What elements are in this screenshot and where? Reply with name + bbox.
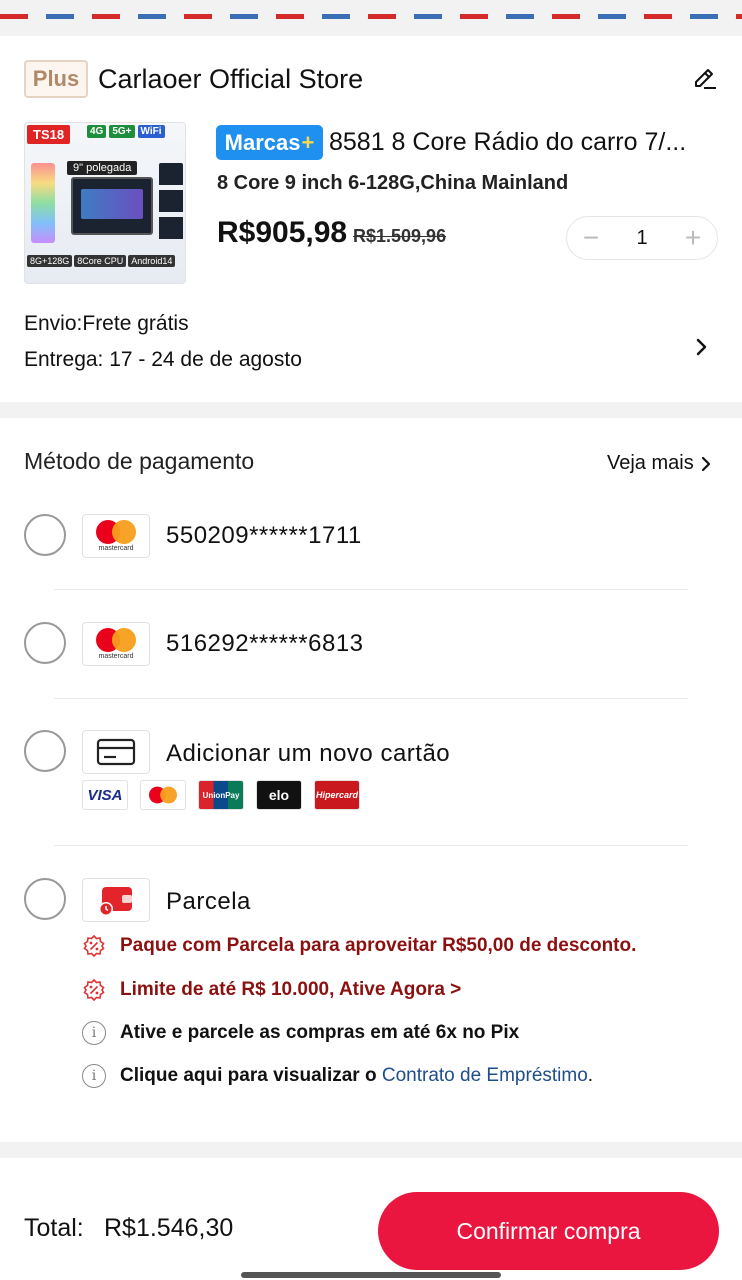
wallet-icon bbox=[82, 878, 150, 922]
checkout-page: Plus Carlaoer Official Store TS18 4G 5G+… bbox=[0, 0, 742, 1280]
parcela-limit-text: Limite de até R$ 10.000, Ative Agora > bbox=[120, 979, 462, 1000]
total-label: Total: bbox=[24, 1214, 84, 1242]
mastercard-icon: mastercard bbox=[82, 514, 150, 558]
percent-badge-icon bbox=[83, 934, 105, 958]
contract-suffix: . bbox=[587, 1065, 594, 1086]
payment-title: Método de pagamento bbox=[24, 448, 255, 474]
product-image-spec: Android14 bbox=[128, 255, 176, 267]
hipercard-icon: Hipercard bbox=[314, 780, 360, 810]
brand-tag-label: Marcas bbox=[224, 129, 301, 155]
product-image-screen-label: 9" polegada bbox=[67, 161, 138, 175]
accepted-brands: VISA UnionPay elo Hipercard bbox=[82, 780, 360, 810]
product-image-chip: 4G bbox=[87, 125, 107, 138]
product-image-spec: 8G+128G bbox=[27, 255, 73, 267]
credit-card-icon bbox=[82, 730, 150, 774]
checkout-footer: Total: R$1.546,30 Confirmar compra bbox=[0, 1158, 742, 1280]
contract-line: i Clique aqui para visualizar o Contrato… bbox=[82, 1064, 593, 1088]
increase-button[interactable]: + bbox=[681, 224, 705, 252]
airmail-stripe bbox=[0, 14, 742, 19]
product-image-leds bbox=[31, 163, 55, 243]
contract-text: Clique aqui para visualizar o Contrato d… bbox=[120, 1065, 593, 1087]
chevron-right-icon bbox=[701, 456, 710, 471]
product-image-screen bbox=[71, 177, 153, 235]
mastercard-icon: mastercard bbox=[82, 622, 150, 666]
card-number[interactable]: 516292******6813 bbox=[166, 630, 364, 658]
brand-tag-plus: + bbox=[301, 129, 315, 155]
product-price-old: R$1.509,96 bbox=[353, 226, 447, 246]
product-image-chip: 5G+ bbox=[109, 125, 135, 138]
parcela-limit-line[interactable]: Limite de até R$ 10.000, Ative Agora > bbox=[82, 978, 461, 1002]
product-variant[interactable]: 8 Core 9 inch 6-128G,China Mainland bbox=[217, 172, 568, 195]
unionpay-icon: UnionPay bbox=[198, 780, 244, 810]
radio-card-1[interactable] bbox=[24, 514, 66, 556]
payment-section: Método de pagamento Veja mais mastercard… bbox=[0, 418, 742, 1142]
product-image-badge: TS18 bbox=[27, 125, 71, 144]
radio-add-card[interactable] bbox=[24, 730, 66, 772]
quantity-stepper: − 1 + bbox=[566, 216, 718, 260]
parcela-discount-text: Paque com Parcela para aproveitar R$50,0… bbox=[120, 935, 637, 956]
info-icon: i bbox=[82, 1064, 106, 1088]
radio-parcela[interactable] bbox=[24, 878, 66, 920]
product-price: R$905,98 bbox=[217, 216, 348, 249]
mastercard-logo-text: mastercard bbox=[98, 545, 134, 552]
divider bbox=[54, 589, 688, 590]
percent-badge-icon bbox=[83, 978, 105, 1002]
see-more-label: Veja mais bbox=[607, 452, 694, 474]
parcela-discount-line: Paque com Parcela para aproveitar R$50,0… bbox=[82, 934, 636, 958]
product-image[interactable]: TS18 4G 5G+ WiFi 9" polegada 8G+128G 8Co… bbox=[24, 122, 186, 284]
mastercard-logo-text: mastercard bbox=[98, 653, 134, 660]
product-image-chip: WiFi bbox=[137, 125, 165, 138]
add-card-label[interactable]: Adicionar um novo cartão bbox=[166, 740, 450, 768]
card-number[interactable]: 550209******1711 bbox=[166, 522, 362, 550]
parcela-label[interactable]: Parcela bbox=[166, 888, 251, 916]
product-image-chips: 4G 5G+ WiFi bbox=[87, 125, 165, 138]
elo-icon: elo bbox=[256, 780, 302, 810]
edit-icon[interactable] bbox=[690, 64, 720, 94]
total-value: R$1.546,30 bbox=[104, 1214, 234, 1242]
chevron-right-icon[interactable] bbox=[690, 336, 712, 358]
quantity-value[interactable]: 1 bbox=[636, 227, 647, 250]
contract-link[interactable]: Contrato de Empréstimo bbox=[382, 1065, 588, 1086]
delivery-info: Entrega: 17 - 24 de de agosto bbox=[24, 348, 302, 371]
contract-prefix: Clique aqui para visualizar o bbox=[120, 1065, 377, 1086]
home-indicator[interactable] bbox=[241, 1272, 501, 1278]
info-icon: i bbox=[82, 1021, 106, 1045]
mastercard-icon bbox=[140, 780, 186, 810]
brand-tag: Marcas + bbox=[216, 125, 323, 160]
divider bbox=[54, 698, 688, 699]
product-image-spec: 8Core CPU bbox=[74, 255, 127, 267]
plus-badge: Plus bbox=[24, 60, 88, 98]
radio-card-2[interactable] bbox=[24, 622, 66, 664]
product-title[interactable]: 8581 8 Core Rádio do carro 7/... bbox=[329, 128, 729, 157]
divider bbox=[54, 845, 688, 846]
shipping-info: Envio:Frete grátis bbox=[24, 312, 189, 335]
order-card: Plus Carlaoer Official Store TS18 4G 5G+… bbox=[0, 36, 742, 402]
parcela-pix-line: i Ative e parcele as compras em até 6x n… bbox=[82, 1021, 519, 1045]
store-name[interactable]: Carlaoer Official Store bbox=[98, 64, 363, 95]
product-image-specs: 8G+128G 8Core CPU Android14 bbox=[27, 255, 176, 267]
visa-icon: VISA bbox=[82, 780, 128, 810]
see-more-link[interactable]: Veja mais bbox=[607, 452, 712, 475]
parcela-pix-text: Ative e parcele as compras em até 6x no … bbox=[120, 1022, 520, 1043]
airmail-border bbox=[0, 0, 742, 36]
decrease-button[interactable]: − bbox=[579, 224, 603, 252]
confirm-purchase-button[interactable]: Confirmar compra bbox=[378, 1192, 719, 1270]
product-image-side-panels bbox=[159, 163, 183, 243]
